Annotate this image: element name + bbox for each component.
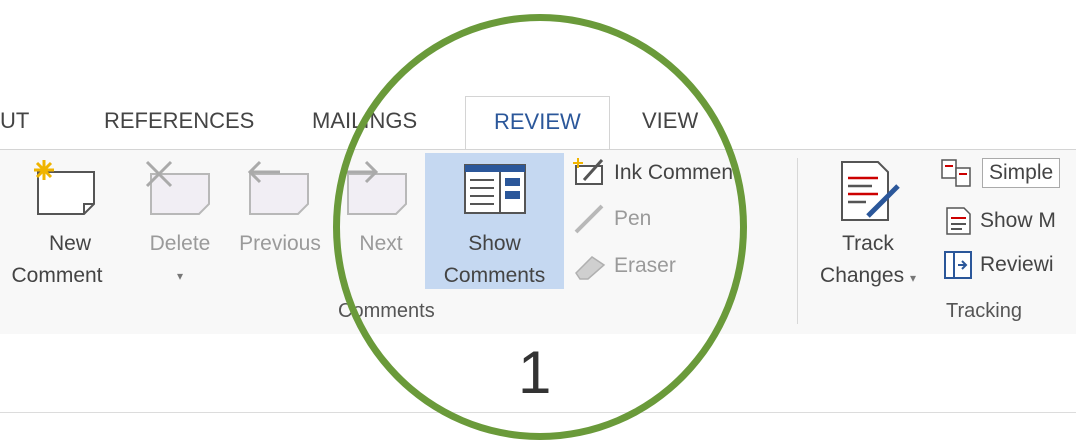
track-changes-label-2-row: Changes ▾ bbox=[806, 260, 930, 294]
new-comment-label-1: New bbox=[48, 232, 91, 255]
show-markup-label: Show M bbox=[980, 209, 1056, 232]
previous-label: Previous bbox=[239, 232, 321, 255]
tracking-group-label: Tracking bbox=[946, 300, 1022, 322]
display-for-review-icon bbox=[941, 159, 971, 187]
track-changes-button[interactable]: Track Changes ▾ bbox=[806, 228, 930, 294]
delete-button[interactable]: Delete ▾ bbox=[140, 228, 220, 292]
show-markup-icon bbox=[946, 207, 971, 235]
delete-dropdown-icon: ▾ bbox=[176, 269, 184, 283]
show-markup-button[interactable]: Show M bbox=[944, 206, 1056, 236]
track-changes-icon bbox=[838, 160, 902, 227]
tab-layout[interactable]: UT bbox=[0, 96, 29, 152]
group-separator bbox=[797, 158, 798, 324]
previous-button[interactable]: Previous bbox=[228, 228, 332, 260]
new-comment-button[interactable]: New Comment bbox=[0, 228, 140, 292]
new-comment-icon bbox=[28, 158, 100, 223]
tab-references[interactable]: REFERENCES bbox=[104, 96, 254, 152]
track-changes-dropdown-icon: ▾ bbox=[909, 271, 916, 285]
reviewing-pane-button[interactable]: Reviewi bbox=[944, 251, 1054, 279]
simple-markup-value: Simple bbox=[982, 158, 1061, 188]
reviewing-pane-icon bbox=[944, 251, 972, 279]
callout-number: 1 bbox=[518, 339, 552, 406]
display-for-review-dropdown[interactable]: Simple bbox=[940, 156, 1061, 190]
previous-comment-icon bbox=[244, 160, 314, 223]
track-changes-label-2: Changes bbox=[820, 264, 905, 287]
track-changes-label-1: Track bbox=[842, 232, 894, 255]
delete-comment-icon bbox=[145, 160, 215, 223]
reviewing-pane-label: Reviewi bbox=[980, 253, 1054, 276]
new-comment-label-2: Comment bbox=[11, 264, 103, 287]
delete-label: Delete bbox=[149, 232, 211, 255]
